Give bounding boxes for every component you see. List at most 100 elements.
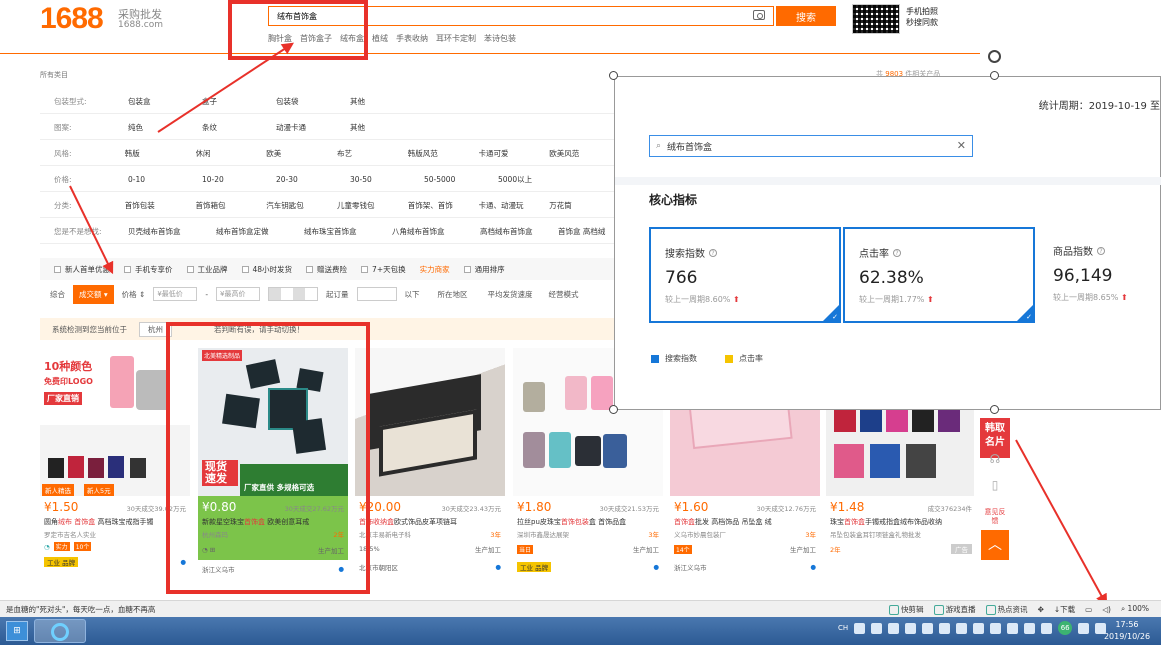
help-icon[interactable]: ? <box>1097 246 1105 255</box>
qr-code-icon[interactable] <box>852 4 900 34</box>
checkbox[interactable] <box>241 266 249 273</box>
status-item[interactable]: 热点资讯 <box>985 604 1028 615</box>
sort-general[interactable]: 综合 <box>50 289 65 300</box>
tray-icon[interactable] <box>922 622 934 634</box>
product-title[interactable]: 拉丝pu皮珠宝首饰包装盒 首饰品盒 <box>513 514 663 528</box>
company-name[interactable]: 吊坠包装盒耳钉项链盒礼物批发 <box>826 528 976 540</box>
help-icon[interactable]: ? <box>709 248 717 257</box>
checkbox[interactable] <box>124 266 131 273</box>
status-item[interactable]: ↓下载 <box>1054 604 1075 615</box>
tray-icon[interactable] <box>1041 622 1053 634</box>
check-filter[interactable]: 实力商家 <box>420 264 450 275</box>
product-title[interactable]: 首饰盒批发 高档饰品 吊坠盒 绒 <box>670 514 820 528</box>
tray-icon[interactable] <box>956 622 968 634</box>
filter-option[interactable]: 盒子 <box>202 96 276 107</box>
company-name[interactable]: 深圳市鑫晟达展架 3年 <box>513 528 663 540</box>
status-item[interactable]: 快剪辑 <box>889 604 924 615</box>
moq-input[interactable] <box>356 287 397 301</box>
check-filter[interactable]: 工业品牌 <box>186 264 228 275</box>
filter-option[interactable]: 首饰架、首饰 <box>408 200 479 211</box>
tray-icon[interactable] <box>939 622 951 634</box>
check-filter[interactable]: 通用排序 <box>463 264 505 275</box>
phone-icon[interactable]: ▯ <box>984 478 1006 500</box>
filter-option[interactable]: 首饰盒 高档绒 <box>558 226 618 237</box>
company-name[interactable]: 北京丰易新电子科 3年 <box>355 528 505 540</box>
checkbox[interactable] <box>361 266 369 273</box>
metric-click-rate[interactable]: 点击率? 62.38% 较上一周期1.77% ⬆ <box>843 227 1035 323</box>
filter-option[interactable]: 贝壳绒布首饰盒 <box>128 226 216 237</box>
filter-option[interactable]: 首饰箱包 <box>196 200 267 211</box>
hotword[interactable]: 苯诗包装 <box>484 33 516 44</box>
pin-icon[interactable]: ✥ <box>1038 605 1044 614</box>
filter-option[interactable]: 儿童零钱包 <box>337 200 408 211</box>
filter-option[interactable]: 卡通、动漫玩 <box>479 200 550 211</box>
feedback-link[interactable]: 意见反馈 <box>984 508 1006 526</box>
tray-icon[interactable] <box>1007 622 1019 634</box>
panel-search-box[interactable]: ⌕ 绒布首饰盒 ✕ <box>649 135 973 157</box>
site-logo[interactable]: 1688 <box>40 2 104 36</box>
back-to-top-button[interactable]: ︿ <box>981 530 1009 560</box>
panel-search-value[interactable]: 绒布首饰盒 <box>667 140 712 153</box>
tray-icon[interactable] <box>1078 622 1090 634</box>
tray-icon[interactable] <box>871 622 883 634</box>
legend-item[interactable]: 搜索指数 <box>651 353 697 364</box>
checkbox[interactable] <box>306 266 314 273</box>
resize-handle[interactable] <box>990 405 999 414</box>
filter-option[interactable]: 欧美风范 <box>549 148 620 159</box>
filter-option[interactable]: 20-30 <box>276 175 350 184</box>
filter-option[interactable]: 包装袋 <box>276 96 350 107</box>
region-dropdown[interactable]: 所在地区 <box>438 289 468 300</box>
sort-by-price[interactable]: 价格 ⇕ <box>122 289 146 300</box>
filter-option[interactable]: 韩版 <box>125 148 196 159</box>
filter-option[interactable]: 其他 <box>350 122 424 133</box>
company-text[interactable]: 罗定市吉名人实业 <box>44 529 96 539</box>
filter-option[interactable]: 布艺 <box>337 148 408 159</box>
filter-option[interactable]: 欧美 <box>266 148 337 159</box>
filter-option[interactable]: 万花筒 <box>549 200 620 211</box>
company-text[interactable]: 深圳市鑫晟达展架 <box>517 529 569 539</box>
tray-icon[interactable] <box>973 622 985 634</box>
chat-icon[interactable]: ● <box>653 563 659 571</box>
status-news-ticker[interactable]: 是血糖的"死对头"，每天吃一点，血糖不再高 <box>0 604 889 615</box>
tray-icon[interactable] <box>888 622 900 634</box>
product-title[interactable]: 首饰收纳盒欧式饰品皮革项链耳 <box>355 514 505 528</box>
product-image[interactable] <box>355 348 505 496</box>
max-price-input[interactable]: ¥最高价 <box>216 287 261 301</box>
business-model-dropdown[interactable]: 经营模式 <box>549 289 579 300</box>
filter-option[interactable]: 50-5000 <box>424 175 498 184</box>
view-toggle[interactable] <box>268 287 319 301</box>
legend-item[interactable]: 点击率 <box>725 353 763 364</box>
headset-icon[interactable]: ☊ <box>984 452 1006 474</box>
taskbar-browser-button[interactable] <box>34 619 86 643</box>
check-filter[interactable]: 赠送费险 <box>306 264 347 275</box>
zoom-control[interactable]: ⌕ 100% <box>1121 604 1149 614</box>
metric-search-index[interactable]: 搜索指数? 766 较上一周期8.60% ⬆ <box>649 227 841 323</box>
status-item[interactable]: 游戏直播 <box>933 604 976 615</box>
resize-handle[interactable] <box>609 71 618 80</box>
rotate-handle-icon[interactable] <box>988 50 1001 63</box>
tray-badge[interactable]: 66 <box>1058 621 1073 635</box>
start-button-icon[interactable]: ⊞ <box>6 621 28 641</box>
help-icon[interactable]: ? <box>893 248 901 257</box>
volume-icon[interactable]: ◁) <box>1102 605 1111 614</box>
filter-option[interactable]: 动漫卡通 <box>276 122 350 133</box>
cast-icon[interactable]: ▭ <box>1085 605 1092 614</box>
hotword[interactable]: 手表收纳 <box>396 33 428 44</box>
sort-by-sales[interactable]: 成交额 ▾ <box>73 284 114 304</box>
tray-icon[interactable] <box>854 622 866 634</box>
metric-product-index[interactable]: 商品指数? 96,149 较上一周期8.65% ⬆ <box>1039 227 1161 323</box>
filter-option[interactable]: 30-50 <box>350 175 424 184</box>
filter-option[interactable]: 卡通可爱 <box>479 148 550 159</box>
search-button[interactable]: 搜索 <box>776 6 836 26</box>
filter-option[interactable]: 5000以上 <box>498 174 572 185</box>
filter-option[interactable]: 休闲 <box>196 148 267 159</box>
filter-option[interactable]: 纯色 <box>128 122 202 133</box>
camera-icon[interactable] <box>753 10 765 20</box>
check-filter[interactable]: 7+天包换 <box>361 264 406 275</box>
checkbox[interactable] <box>186 266 194 273</box>
company-text[interactable]: 义乌市妙晨包装厂 <box>674 529 726 539</box>
filter-option[interactable]: 八角绒布首饰盒 <box>392 226 480 237</box>
filter-option[interactable]: 韩版风范 <box>408 148 479 159</box>
chat-icon[interactable]: ● <box>495 563 501 571</box>
checkbox[interactable] <box>463 266 471 273</box>
